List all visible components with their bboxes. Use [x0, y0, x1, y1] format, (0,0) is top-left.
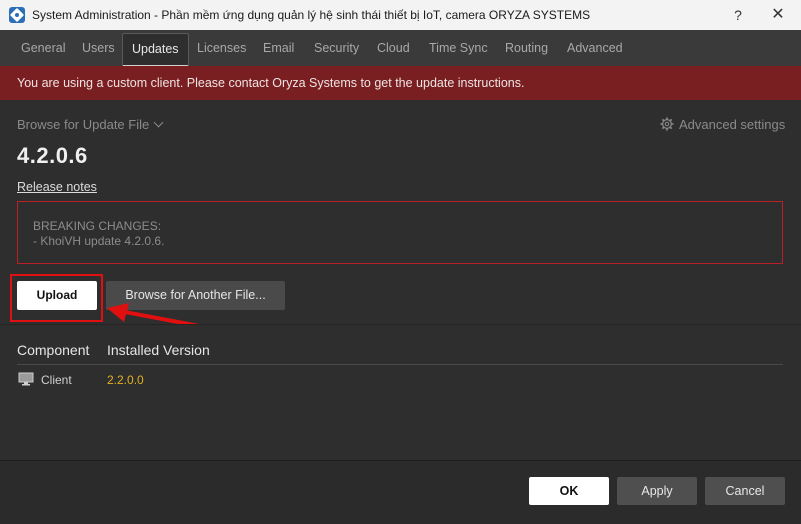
tab-email[interactable]: Email — [263, 30, 294, 66]
tab-time-sync[interactable]: Time Sync — [429, 30, 488, 66]
app-logo-icon — [9, 7, 25, 23]
update-version: 4.2.0.6 — [17, 143, 88, 168]
system-administration-window: System Administration - Phần mềm ứng dụn… — [0, 0, 801, 524]
release-notes-item: - KhoiVH update 4.2.0.6. — [33, 234, 165, 248]
tab-routing[interactable]: Routing — [505, 30, 548, 66]
ok-button[interactable]: OK — [529, 477, 609, 505]
close-button[interactable]: ✕ — [767, 4, 789, 26]
window-title: System Administration - Phần mềm ứng dụn… — [32, 8, 591, 22]
tab-advanced[interactable]: Advanced — [567, 30, 623, 66]
table-divider — [17, 364, 783, 365]
advanced-settings-label: Advanced settings — [679, 117, 786, 132]
cancel-button[interactable]: Cancel — [705, 477, 785, 505]
column-header-component: Component — [17, 342, 90, 358]
tab-cloud[interactable]: Cloud — [377, 30, 410, 66]
release-notes-link[interactable]: Release notes — [17, 180, 97, 194]
upload-button[interactable]: Upload — [17, 281, 97, 310]
tab-users[interactable]: Users — [82, 30, 115, 66]
tab-security[interactable]: Security — [314, 30, 359, 66]
component-name: Client — [41, 373, 72, 387]
tab-bar: General Users Updates Licenses Email Sec… — [0, 30, 801, 67]
gear-icon — [660, 117, 674, 131]
monitor-icon — [18, 372, 34, 386]
title-bar: System Administration - Phần mềm ứng dụn… — [0, 0, 801, 30]
release-notes-heading: BREAKING CHANGES: — [33, 219, 162, 233]
tab-updates[interactable]: Updates — [122, 33, 189, 67]
banner-text: You are using a custom client. Please co… — [17, 76, 525, 90]
release-notes-box: BREAKING CHANGES: - KhoiVH update 4.2.0.… — [17, 201, 783, 264]
custom-client-warning-banner: You are using a custom client. Please co… — [0, 66, 801, 100]
tab-general[interactable]: General — [21, 30, 65, 66]
browse-update-file-dropdown[interactable]: Browse for Update File — [17, 117, 164, 132]
tab-licenses[interactable]: Licenses — [197, 30, 246, 66]
advanced-settings-link[interactable]: Advanced settings — [660, 117, 785, 132]
browse-update-file-label: Browse for Update File — [17, 117, 150, 132]
installed-version: 2.2.0.0 — [107, 373, 144, 387]
help-button[interactable]: ? — [727, 4, 749, 26]
chevron-down-icon — [153, 117, 164, 128]
apply-button[interactable]: Apply — [617, 477, 697, 505]
column-header-installed-version: Installed Version — [107, 342, 210, 358]
